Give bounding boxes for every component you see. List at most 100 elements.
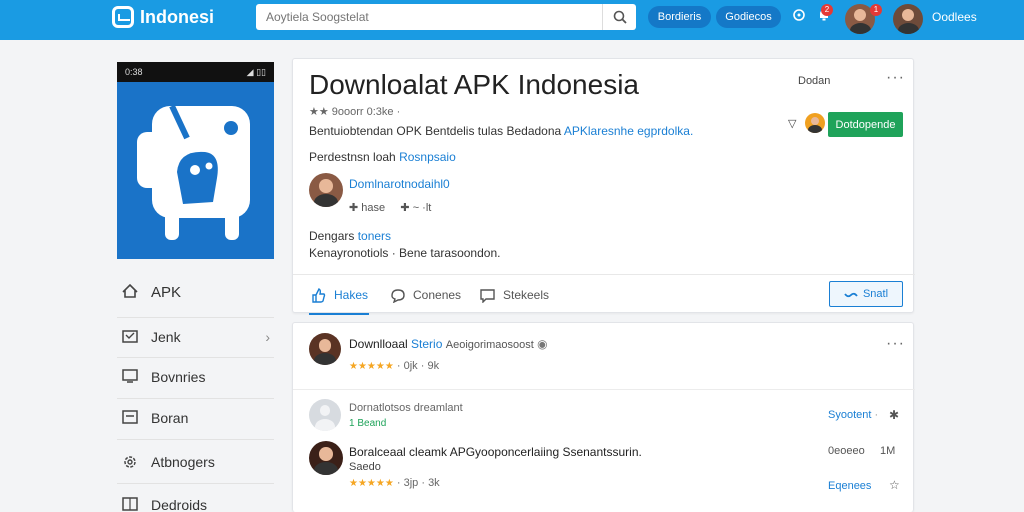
sidebar-item-boran[interactable]: Boran <box>117 399 274 437</box>
monitor-icon <box>121 369 139 385</box>
filter-icon[interactable]: ▽ <box>788 117 796 130</box>
window-icon <box>121 410 139 426</box>
home-icon <box>121 283 139 300</box>
sidebar-item-bovnries[interactable]: Bovnries <box>117 358 274 396</box>
share-label: Snatl <box>862 288 889 300</box>
star-rating: ★★★★★ <box>349 361 394 372</box>
gear-icon <box>121 454 139 470</box>
sidebar-item-jenk[interactable]: Jenk › <box>117 318 274 356</box>
active-tab-indicator <box>309 313 369 315</box>
app-description: Bentuiobtendan OPK Bentdelis tulas Bedad… <box>309 124 693 138</box>
site-logo[interactable]: Indonesi <box>112 4 214 30</box>
review-link[interactable]: Sterio <box>411 337 442 351</box>
search-icon <box>613 10 627 24</box>
nav-pill-2[interactable]: Godiecos <box>716 6 781 28</box>
more-options-icon[interactable]: ··· <box>886 335 905 353</box>
star-icon[interactable]: ☆ <box>889 478 900 492</box>
review-rating: ★★★★★ · 3jp · 3k <box>349 477 440 489</box>
rating-meta: ★★ 9ooorr 0:3ke · <box>309 106 401 118</box>
review-sub: Saedo <box>349 461 381 473</box>
grid-icon <box>121 497 139 512</box>
description-link[interactable]: APKlaresnhe egprdolka. <box>564 124 693 138</box>
reply-sub: 1 Beand <box>349 418 387 429</box>
author-name[interactable]: Domlnarotnodaihl0 <box>349 177 450 191</box>
reviewer-avatar[interactable] <box>309 333 341 365</box>
review-meta: · 0jk · 9k <box>396 360 440 372</box>
verified-icon: ◉ <box>537 337 548 351</box>
help-icon[interactable] <box>790 8 808 26</box>
review-date: 0eoeeo 1M <box>828 445 896 457</box>
top-bar: Indonesi Bordieris Godiecos 2 1 Oodlees <box>0 0 1024 40</box>
thumbs-up-icon <box>312 287 326 303</box>
status-signal: ◢ ▯▯ <box>246 66 266 77</box>
tab-stekeels[interactable]: Stekeels <box>480 283 549 307</box>
review-count: 1M <box>880 445 896 457</box>
search-bar <box>256 4 636 30</box>
tab-hakes[interactable]: Hakes <box>311 283 368 307</box>
reply-title: Dornatlotsos dreamlant <box>349 402 463 414</box>
author-avatar[interactable] <box>309 173 343 207</box>
reply-action[interactable]: Syootent · <box>828 409 878 421</box>
reviewer-avatar[interactable] <box>309 441 343 475</box>
logo-text: Indonesi <box>140 6 215 27</box>
user-name[interactable]: Oodlees <box>932 10 977 24</box>
sidebar-item-label: Dedroids <box>151 497 208 512</box>
message-icon <box>480 288 495 303</box>
notification-badge: 2 <box>821 4 833 16</box>
share-button[interactable]: Snatl <box>829 281 903 307</box>
sidebar-item-atbnogers[interactable]: Atbnogers <box>117 443 274 481</box>
status-time: 0:38 <box>125 67 143 77</box>
sidebar-item-label: APK <box>151 283 182 301</box>
app-preview-image: 0:38 ◢ ▯▯ <box>117 62 274 259</box>
share-icon <box>844 292 858 298</box>
chevron-right-icon: › <box>265 329 270 345</box>
sidebar-item-label: Jenk <box>151 329 181 345</box>
posted-link[interactable]: Rosnpsaio <box>399 150 456 164</box>
phone-status-bar: 0:38 ◢ ▯▯ <box>117 62 274 82</box>
sidebar-item-label: Bovnries <box>151 369 206 385</box>
author-stats: ✚ hase ✚ ~ ·lt <box>349 201 431 214</box>
posted-text: Perdestnsn loah <box>309 150 400 164</box>
sidebar-item-apk[interactable]: APK <box>117 273 274 311</box>
like-icon: ✚ <box>349 202 359 214</box>
author-stat-1: hase <box>361 202 386 214</box>
person-icon: ✚ <box>400 202 410 214</box>
developer-avatar[interactable] <box>805 113 825 133</box>
review-action[interactable]: Eqenees <box>828 480 871 492</box>
install-button[interactable]: Dotdopende <box>828 112 903 137</box>
description-text: Bentuiobtendan OPK Bentdelis tulas Bedad… <box>309 124 564 138</box>
android-app-icon <box>137 104 250 240</box>
sidebar-divider <box>117 439 274 440</box>
review-rating: ★★★★★ · 0jk · 9k <box>349 360 439 372</box>
search-input[interactable] <box>256 4 602 30</box>
sidebar-divider <box>117 483 274 484</box>
review-title: Boralceaal cleamk APGyooponcerlaiing Sse… <box>349 445 642 459</box>
author-stat-2: ~ ·lt <box>412 202 432 214</box>
search-button[interactable] <box>602 4 636 30</box>
user-avatar[interactable] <box>893 4 923 34</box>
page-title: Downloalat APK Indonesia <box>309 69 639 100</box>
pin-icon[interactable]: ✱ <box>889 408 899 422</box>
folder-icon <box>121 329 139 345</box>
sidebar-item-label: Atbnogers <box>151 454 215 470</box>
review-meta: · 3jp · 3k <box>396 477 440 489</box>
review-divider <box>293 389 915 390</box>
section-label: Dengars <box>309 229 358 243</box>
section-text: Kenayronotiols · Bene tarasoondon. <box>309 246 501 260</box>
tab-label: Conenes <box>413 288 462 302</box>
nav-pill-1[interactable]: Bordieris <box>648 6 711 28</box>
tab-label: Stekeels <box>503 288 550 302</box>
tab-label: Hakes <box>334 288 369 302</box>
section-link[interactable]: toners <box>358 229 391 243</box>
more-options-icon[interactable]: ··· <box>886 69 905 87</box>
avatar-placeholder <box>309 399 341 431</box>
star-rating: ★★★★★ <box>349 478 394 489</box>
comment-icon <box>391 288 405 303</box>
category-label[interactable]: Dodan <box>798 75 830 87</box>
posted-by: Perdestnsn loah Rosnpsaio <box>309 150 456 164</box>
sidebar-item-dedroids[interactable]: Dedroids <box>117 486 274 512</box>
tab-conenes[interactable]: Conenes <box>390 283 461 307</box>
app-detail-card: Downloalat APK Indonesia ★★ 9ooorr 0:3ke… <box>292 58 915 315</box>
logo-icon <box>112 6 134 28</box>
sidebar-item-label: Boran <box>151 410 189 426</box>
